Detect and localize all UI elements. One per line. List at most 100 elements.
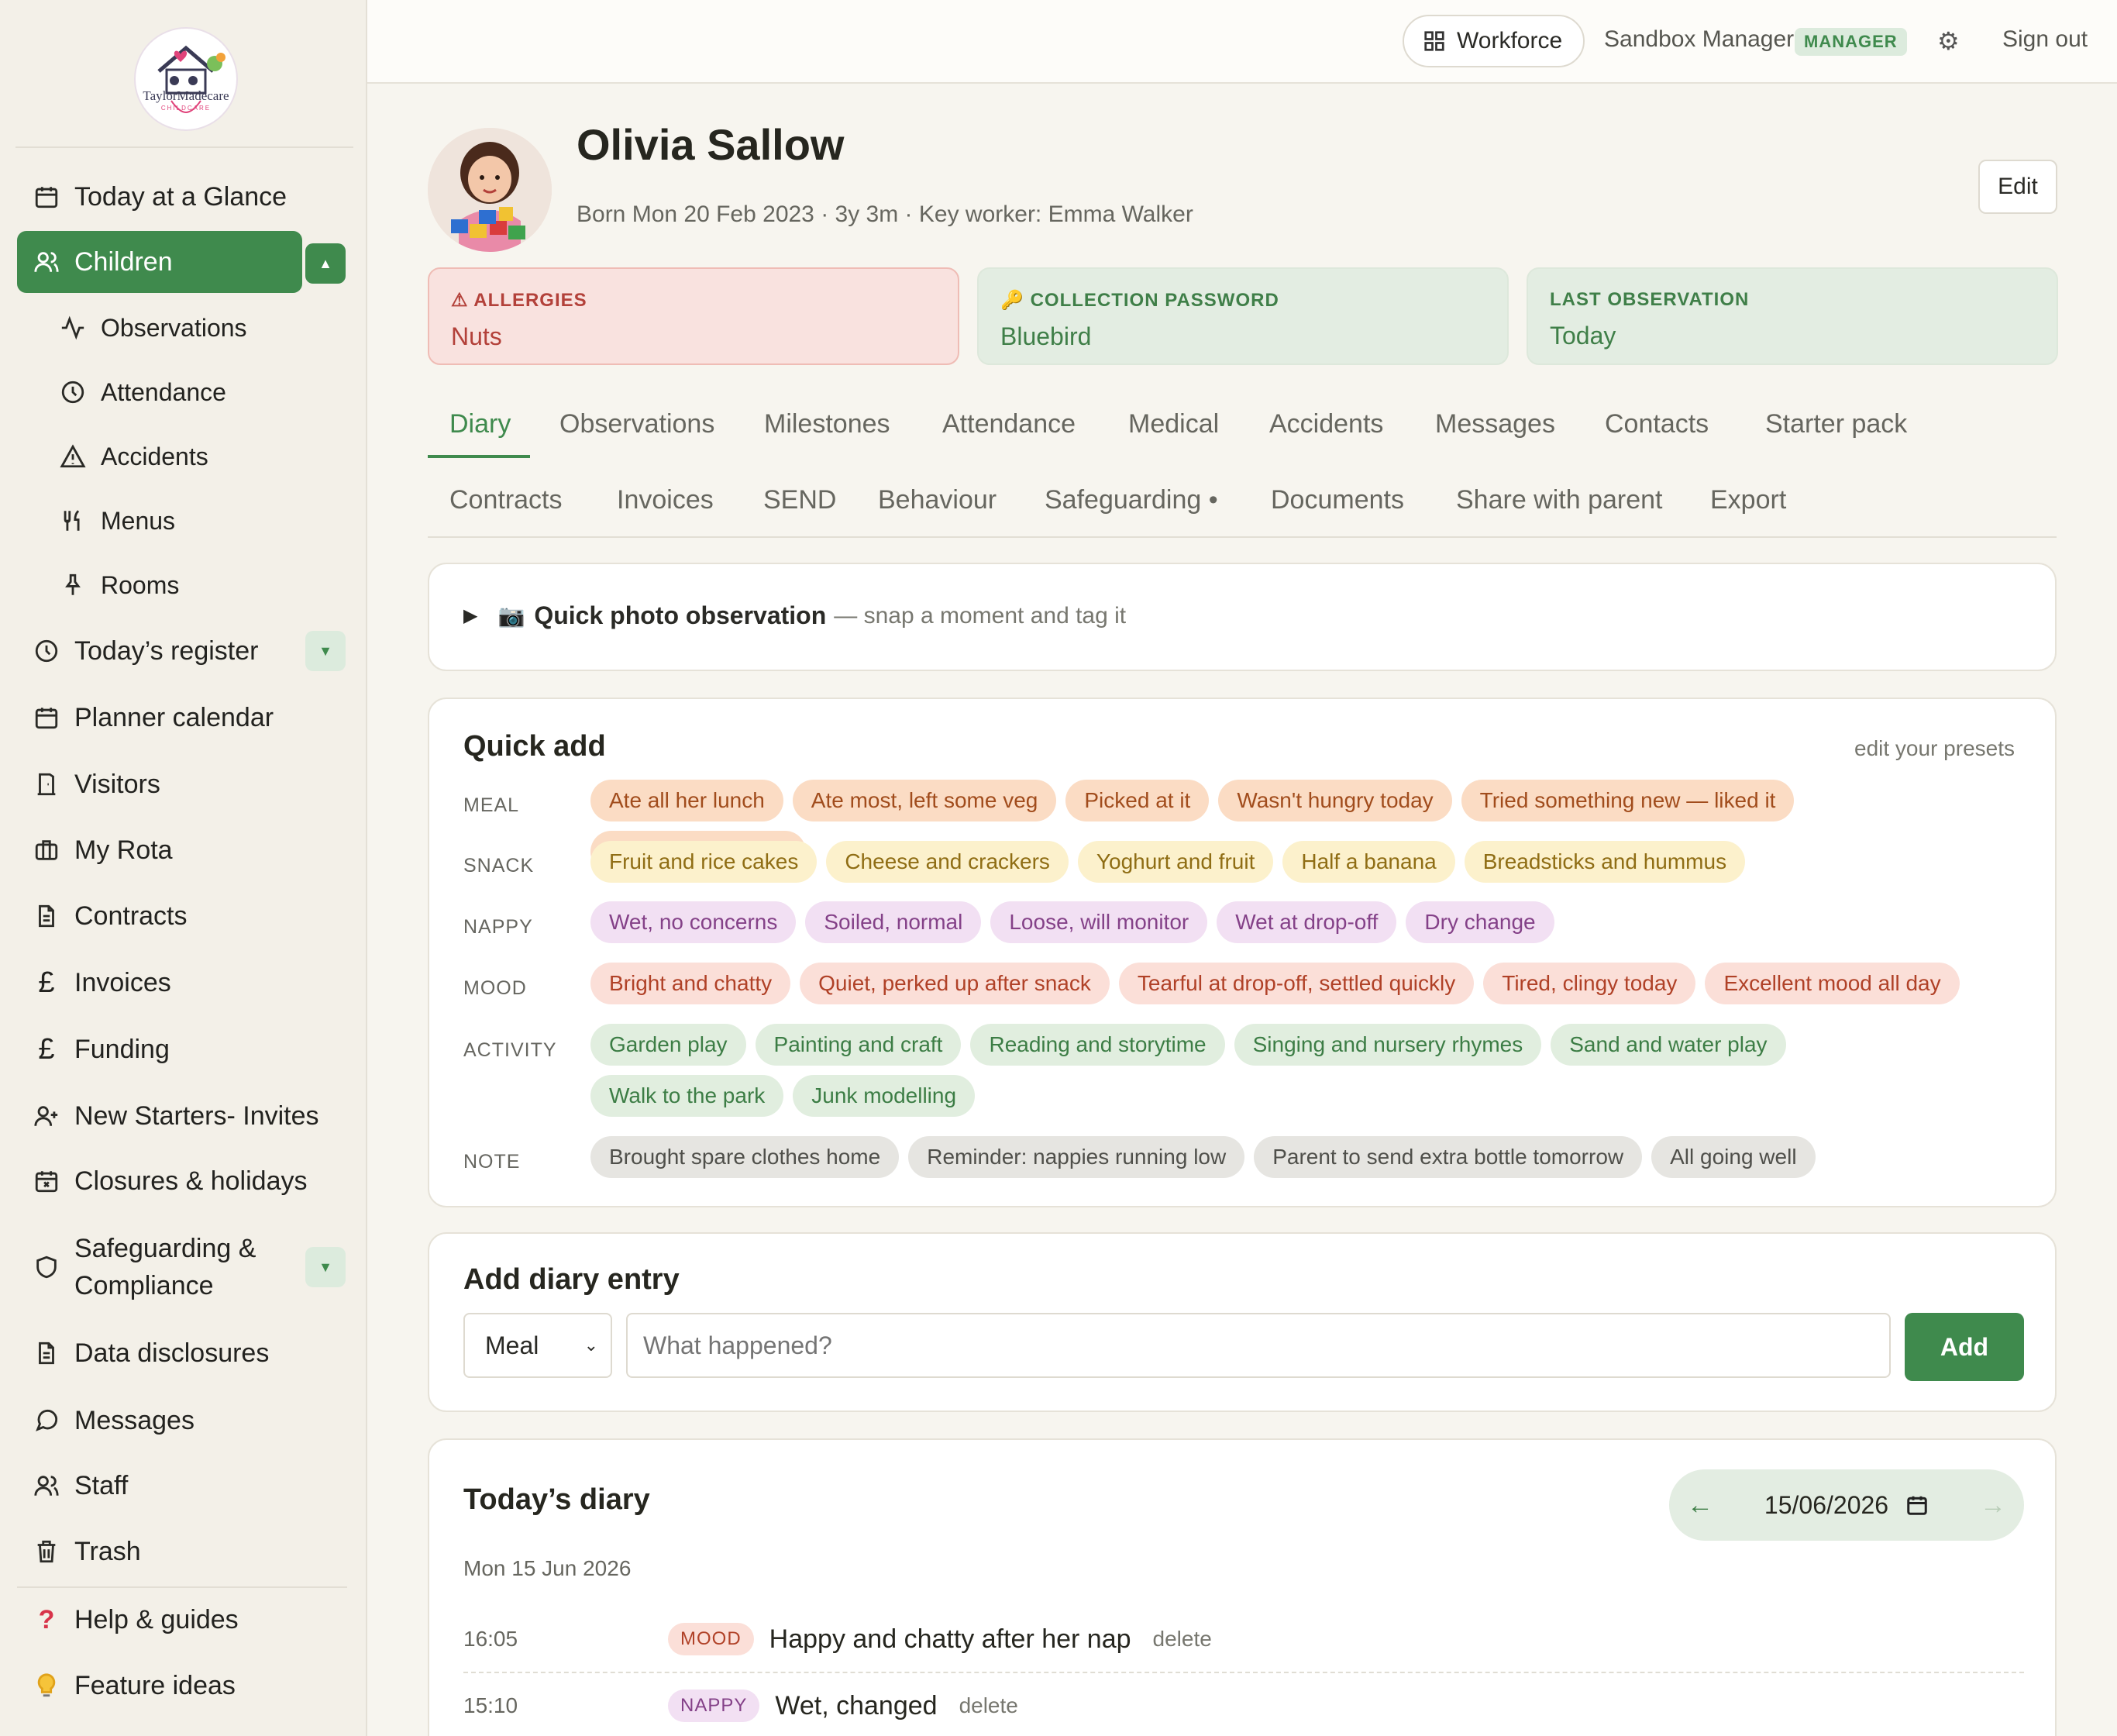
sidebar-item-observations[interactable]: Observations bbox=[45, 301, 339, 355]
nappy-chip[interactable]: Dry change bbox=[1406, 901, 1554, 943]
sidebar-item-planner-calendar[interactable]: Planner calendar bbox=[17, 687, 350, 749]
tab-observations[interactable]: Observations bbox=[559, 409, 714, 439]
note-chip[interactable]: Parent to send extra bottle tomorrow bbox=[1254, 1136, 1643, 1178]
todays-diary-panel: Today’s diary ← 15/06/2026 → Mon 15 Jun … bbox=[428, 1438, 2057, 1736]
mood-chip[interactable]: Quiet, perked up after snack bbox=[800, 963, 1110, 1004]
entry-text-input[interactable] bbox=[626, 1313, 1891, 1378]
meal-chip[interactable]: Picked at it bbox=[1065, 780, 1210, 822]
clock-icon bbox=[59, 378, 87, 406]
safeguarding-expand-toggle[interactable]: ▼ bbox=[305, 1247, 346, 1287]
activity-chip[interactable]: Reading and storytime bbox=[970, 1024, 1225, 1066]
note-chip[interactable]: Reminder: nappies running low bbox=[908, 1136, 1245, 1178]
sidebar-item-help-guides[interactable]: ? Help & guides bbox=[17, 1589, 350, 1651]
meal-chip[interactable]: Tried something new — liked it bbox=[1461, 780, 1795, 822]
sidebar-item-new-starters-invites[interactable]: New Starters- Invites bbox=[17, 1085, 350, 1147]
delete-entry-link[interactable]: delete bbox=[1153, 1627, 1212, 1652]
diary-entry: 15:10 NAPPY Wet, changed delete bbox=[463, 1679, 2024, 1733]
brand-logo[interactable]: TaylorMadecare CHILDCARE bbox=[128, 23, 244, 136]
note-chip[interactable]: All going well bbox=[1651, 1136, 1816, 1178]
previous-day-arrow[interactable]: ← bbox=[1669, 1490, 1731, 1521]
meal-chip[interactable]: Wasn't hungry today bbox=[1218, 780, 1452, 822]
sign-out-link[interactable]: Sign out bbox=[2002, 26, 2088, 53]
sidebar-item-trash[interactable]: Trash bbox=[17, 1521, 350, 1583]
edit-presets-link[interactable]: edit your presets bbox=[1854, 736, 2015, 761]
nappy-chip[interactable]: Wet, no concerns bbox=[590, 901, 797, 943]
sidebar-item-today-at-a-glance[interactable]: Today at a Glance bbox=[17, 166, 350, 228]
sidebar-item-visitors[interactable]: Visitors bbox=[17, 753, 350, 815]
meal-label: MEAL bbox=[463, 794, 520, 816]
sidebar-item-attendance[interactable]: Attendance bbox=[45, 365, 339, 419]
expand-triangle-icon[interactable]: ▶ bbox=[463, 604, 477, 627]
sidebar-item-messages[interactable]: Messages bbox=[17, 1390, 350, 1452]
tab-export[interactable]: Export bbox=[1710, 485, 1786, 515]
nappy-chip[interactable]: Soiled, normal bbox=[805, 901, 982, 943]
sidebar-item-contracts[interactable]: Contracts bbox=[17, 885, 350, 947]
sidebar-item-funding[interactable]: £ Funding bbox=[17, 1018, 350, 1080]
add-entry-button[interactable]: Add bbox=[1905, 1313, 2024, 1381]
tab-messages[interactable]: Messages bbox=[1435, 409, 1555, 439]
tab-starter-pack[interactable]: Starter pack bbox=[1765, 409, 1907, 439]
collection-password-card: 🔑 COLLECTION PASSWORD Bluebird bbox=[977, 267, 1509, 365]
nappy-chip[interactable]: Loose, will monitor bbox=[990, 901, 1208, 943]
tab-send[interactable]: SEND bbox=[763, 485, 836, 515]
settings-icon[interactable]: ⚙ bbox=[1937, 26, 1962, 55]
sidebar-item-staff[interactable]: Staff bbox=[17, 1455, 350, 1517]
tab-documents[interactable]: Documents bbox=[1271, 485, 1404, 515]
date-picker[interactable]: 15/06/2026 bbox=[1731, 1491, 1962, 1520]
tab-share-with-parent[interactable]: Share with parent bbox=[1456, 485, 1663, 515]
sidebar-item-accidents[interactable]: Accidents bbox=[45, 429, 339, 484]
snack-chip[interactable]: Breadsticks and hummus bbox=[1464, 841, 1746, 883]
activity-chip[interactable]: Painting and craft bbox=[755, 1024, 962, 1066]
sidebar-item-safeguarding-compliance[interactable]: Safeguarding & Compliance bbox=[17, 1224, 350, 1310]
tab-attendance[interactable]: Attendance bbox=[942, 409, 1076, 439]
tab-behaviour[interactable]: Behaviour bbox=[878, 485, 997, 515]
mood-chip[interactable]: Excellent mood all day bbox=[1705, 963, 1960, 1004]
tab-contracts[interactable]: Contracts bbox=[449, 485, 563, 515]
tab-diary[interactable]: Diary bbox=[449, 409, 511, 439]
tab-safeguarding[interactable]: Safeguarding • bbox=[1045, 485, 1218, 515]
mood-chip[interactable]: Tearful at drop-off, settled quickly bbox=[1118, 963, 1475, 1004]
meal-chip[interactable]: Ate all her lunch bbox=[590, 780, 783, 822]
sidebar-item-menus[interactable]: Menus bbox=[45, 494, 339, 548]
activity-chip[interactable]: Junk modelling bbox=[793, 1075, 976, 1117]
activity-chip[interactable]: Walk to the park bbox=[590, 1075, 784, 1117]
tab-accidents[interactable]: Accidents bbox=[1269, 409, 1383, 439]
camera-icon: 📷 bbox=[497, 604, 525, 628]
mood-chip[interactable]: Tired, clingy today bbox=[1483, 963, 1696, 1004]
tab-milestones[interactable]: Milestones bbox=[764, 409, 890, 439]
sidebar-item-feature-ideas[interactable]: Feature ideas bbox=[17, 1655, 350, 1717]
tab-invoices[interactable]: Invoices bbox=[617, 485, 714, 515]
brand-subtitle: CHILDCARE bbox=[161, 105, 211, 112]
snack-chip[interactable]: Half a banana bbox=[1282, 841, 1455, 883]
entry-type-select[interactable]: Meal ⌄ bbox=[463, 1313, 612, 1378]
sidebar-item-my-rota[interactable]: My Rota bbox=[17, 819, 350, 881]
sidebar-item-closures-holidays[interactable]: Closures & holidays bbox=[17, 1150, 350, 1212]
meal-chip[interactable]: Ate most, left some veg bbox=[792, 780, 1057, 822]
sidebar-item-invoices[interactable]: £ Invoices bbox=[17, 952, 350, 1014]
activity-chip[interactable]: Garden play bbox=[590, 1024, 746, 1066]
workforce-button[interactable]: Workforce bbox=[1403, 15, 1585, 67]
next-day-arrow[interactable]: → bbox=[1962, 1490, 2024, 1521]
sidebar-item-data-disclosures[interactable]: Data disclosures bbox=[17, 1322, 350, 1384]
children-collapse-toggle[interactable]: ▲ bbox=[305, 243, 346, 284]
activity-chip[interactable]: Singing and nursery rhymes bbox=[1234, 1024, 1542, 1066]
snack-chip[interactable]: Cheese and crackers bbox=[826, 841, 1069, 883]
nappy-chip[interactable]: Wet at drop-off bbox=[1217, 901, 1397, 943]
tab-contacts[interactable]: Contacts bbox=[1605, 409, 1709, 439]
calendar-icon[interactable] bbox=[1905, 1493, 1929, 1517]
quick-photo-panel[interactable]: ▶ 📷 Quick photo observation — snap a mom… bbox=[428, 563, 2057, 671]
note-chip[interactable]: Brought spare clothes home bbox=[590, 1136, 900, 1178]
delete-entry-link[interactable]: delete bbox=[959, 1693, 1018, 1718]
snack-chip[interactable]: Yoghurt and fruit bbox=[1077, 841, 1274, 883]
register-expand-toggle[interactable]: ▼ bbox=[305, 631, 346, 671]
sidebar-item-children[interactable]: Children bbox=[17, 231, 302, 293]
snack-chip[interactable]: Fruit and rice cakes bbox=[590, 841, 818, 883]
sidebar-item-todays-register[interactable]: Today’s register bbox=[17, 620, 350, 682]
mood-label: MOOD bbox=[463, 977, 527, 999]
activity-chip[interactable]: Sand and water play bbox=[1551, 1024, 1786, 1066]
sidebar-item-label: Observations bbox=[101, 313, 247, 342]
edit-button[interactable]: Edit bbox=[1978, 160, 2057, 214]
sidebar-item-rooms[interactable]: Rooms bbox=[45, 558, 339, 612]
tab-medical[interactable]: Medical bbox=[1128, 409, 1219, 439]
mood-chip[interactable]: Bright and chatty bbox=[590, 963, 791, 1004]
